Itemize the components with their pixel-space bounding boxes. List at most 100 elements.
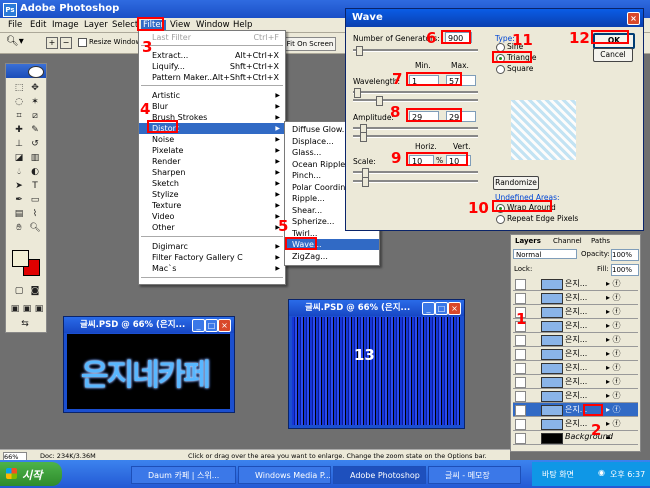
jump-to-imageready-icon[interactable]: ⇆ xyxy=(18,319,32,330)
visibility-toggle[interactable] xyxy=(515,363,526,374)
document-1-close-button[interactable]: × xyxy=(218,319,231,332)
screen-mode-3-icon[interactable]: ▣ xyxy=(32,304,46,315)
filter-menu-item-blur[interactable]: Blur ▶ xyxy=(139,101,285,112)
crop-tool-icon[interactable]: ⌗ xyxy=(12,111,26,122)
layer-row[interactable]: 은지... ▸ ⓕ xyxy=(513,375,638,389)
menu-window[interactable]: Window xyxy=(196,20,230,30)
menu-image[interactable]: Image xyxy=(52,20,79,30)
layer-row[interactable]: 은지... ▸ ⓕ xyxy=(513,333,638,347)
document-2-maximize-button[interactable]: □ xyxy=(435,302,448,315)
channels-tab[interactable]: Channel xyxy=(553,237,582,245)
filter-menu-item-sharpen[interactable]: Sharpen ▶ xyxy=(139,167,285,178)
menu-file[interactable]: File xyxy=(8,20,22,30)
generators-slider-thumb[interactable] xyxy=(356,46,363,56)
layer-row[interactable]: 은지... ▸ ⓕ xyxy=(513,417,638,431)
zoom-in-icon[interactable]: + xyxy=(46,37,58,49)
scale-horizontal-slider[interactable] xyxy=(353,171,478,174)
history-brush-icon[interactable]: ↺ xyxy=(28,139,42,150)
amplitude-min-slider[interactable] xyxy=(353,127,478,130)
cancel-button[interactable]: Cancel xyxy=(593,48,633,62)
taskbar-item-notepad[interactable]: 글씨 - 메모장 xyxy=(428,466,521,484)
zoom-tool-icon[interactable]: 🔍︎▾ xyxy=(6,36,24,47)
background-layer-row[interactable]: Background 🔒︎ xyxy=(513,431,638,445)
fill-field[interactable]: 100% xyxy=(611,264,639,276)
standard-mode-icon[interactable]: ▢ xyxy=(12,286,26,297)
layer-row[interactable]: 은지... ▸ ⓕ xyxy=(513,277,638,291)
foreground-color-swatch[interactable] xyxy=(12,250,29,267)
document-2-canvas[interactable] xyxy=(292,317,460,425)
filter-menu-item-noise[interactable]: Noise ▶ xyxy=(139,134,285,145)
brush-tool-icon[interactable]: ✎ xyxy=(28,125,42,136)
resize-windows-checkbox[interactable] xyxy=(78,38,87,47)
filter-menu-item-extract[interactable]: Extract... Alt+Ctrl+X xyxy=(139,50,285,61)
layer-effects-icon[interactable]: ▸ ⓕ xyxy=(606,292,621,303)
filter-menu-item-pixelate[interactable]: Pixelate ▶ xyxy=(139,145,285,156)
filter-menu-item-last-filter[interactable]: Last Filter Ctrl+F xyxy=(139,32,285,43)
eyedropper-icon[interactable]: ⌇ xyxy=(28,209,42,220)
layer-row[interactable]: 은지... ▸ ⓕ xyxy=(513,319,638,333)
document-2-minimize-button[interactable]: _ xyxy=(422,302,435,315)
photoshop-eye-icon[interactable] xyxy=(28,66,44,78)
layer-row-selected[interactable]: 은지... ▸ ⓕ xyxy=(513,403,638,417)
layer-effects-icon[interactable]: ▸ ⓕ xyxy=(606,334,621,345)
document-2-close-button[interactable]: × xyxy=(448,302,461,315)
layer-effects-icon[interactable]: ▸ ⓕ xyxy=(606,404,621,415)
slice-tool-icon[interactable]: ⧄ xyxy=(28,111,42,122)
taskbar-item-media-player[interactable]: Windows Media P... xyxy=(238,466,331,484)
filter-menu-item-render[interactable]: Render ▶ xyxy=(139,156,285,167)
filter-menu-item-artistic[interactable]: Artistic ▶ xyxy=(139,90,285,101)
opacity-field[interactable]: 100% xyxy=(611,249,639,261)
visibility-toggle[interactable] xyxy=(515,279,526,290)
layer-row[interactable]: 은지... ▸ ⓕ xyxy=(513,347,638,361)
repeat-edge-radio[interactable] xyxy=(496,215,505,224)
path-selection-icon[interactable]: ➤ xyxy=(12,181,26,192)
menu-help[interactable]: Help xyxy=(233,20,252,30)
type-square-radio[interactable] xyxy=(496,65,505,74)
layer-row[interactable]: 은지... ▸ ⓕ xyxy=(513,305,638,319)
hand-tool-icon[interactable]: ✋︎ xyxy=(12,223,26,234)
pen-tool-icon[interactable]: ✒ xyxy=(12,195,26,206)
layer-row[interactable]: 은지... ▸ ⓕ xyxy=(513,361,638,375)
visibility-toggle[interactable] xyxy=(515,293,526,304)
layer-effects-icon[interactable]: ▸ ⓕ xyxy=(606,348,621,359)
layer-effects-icon[interactable]: ▸ ⓕ xyxy=(606,320,621,331)
visibility-toggle[interactable] xyxy=(515,349,526,360)
paths-tab[interactable]: Paths xyxy=(591,237,610,245)
menu-select[interactable]: Select xyxy=(112,20,138,30)
filter-menu-item-filter-factory-gallery-c[interactable]: Filter Factory Gallery C ▶ xyxy=(139,252,285,263)
filter-menu-item-stylize[interactable]: Stylize ▶ xyxy=(139,189,285,200)
layer-row[interactable]: 은지... ▸ ⓕ xyxy=(513,291,638,305)
blend-mode-select[interactable]: Normal xyxy=(513,249,577,259)
amplitude-max-thumb[interactable] xyxy=(360,132,367,142)
type-tool-icon[interactable]: T xyxy=(28,181,42,192)
quick-mask-icon[interactable]: ◙ xyxy=(28,286,42,297)
dodge-tool-icon[interactable]: ◐ xyxy=(28,167,42,178)
visibility-toggle[interactable] xyxy=(515,335,526,346)
menu-layer[interactable]: Layer xyxy=(84,20,108,30)
filter-menu-item-other[interactable]: Other ▶ xyxy=(139,222,285,233)
shape-tool-icon[interactable]: ▭ xyxy=(28,195,42,206)
eraser-tool-icon[interactable]: ◪ xyxy=(12,153,26,164)
randomize-button[interactable]: Randomize xyxy=(493,176,539,190)
scale-vertical-thumb[interactable] xyxy=(362,177,369,187)
layer-effects-icon[interactable]: ▸ ⓕ xyxy=(606,362,621,373)
wavelength-min-thumb[interactable] xyxy=(354,88,361,98)
menu-view[interactable]: View xyxy=(170,20,190,30)
document-1-canvas[interactable]: 은지네카페 xyxy=(67,334,230,409)
menu-edit[interactable]: Edit xyxy=(30,20,46,30)
magic-wand-icon[interactable]: ✶ xyxy=(28,97,42,108)
visibility-toggle[interactable] xyxy=(515,433,526,444)
taskbar-item-photoshop[interactable]: Adobe Photoshop xyxy=(333,466,426,484)
visibility-toggle[interactable] xyxy=(515,405,526,416)
filter-menu-item-sketch[interactable]: Sketch ▶ xyxy=(139,178,285,189)
wavelength-max-thumb[interactable] xyxy=(376,96,383,106)
fit-on-screen-button[interactable]: Fit On Screen xyxy=(284,37,336,51)
start-button[interactable]: 시작 xyxy=(0,462,62,486)
wavelength-max-slider[interactable] xyxy=(353,99,478,102)
filter-menu-item-texture[interactable]: Texture ▶ xyxy=(139,200,285,211)
layer-row[interactable]: 은지... ▸ ⓕ xyxy=(513,389,638,403)
layer-effects-icon[interactable]: ▸ ⓕ xyxy=(606,418,621,429)
marquee-tool-icon[interactable]: ⬚ xyxy=(12,83,26,94)
scale-vertical-slider[interactable] xyxy=(353,180,478,183)
document-1-maximize-button[interactable]: □ xyxy=(205,319,218,332)
